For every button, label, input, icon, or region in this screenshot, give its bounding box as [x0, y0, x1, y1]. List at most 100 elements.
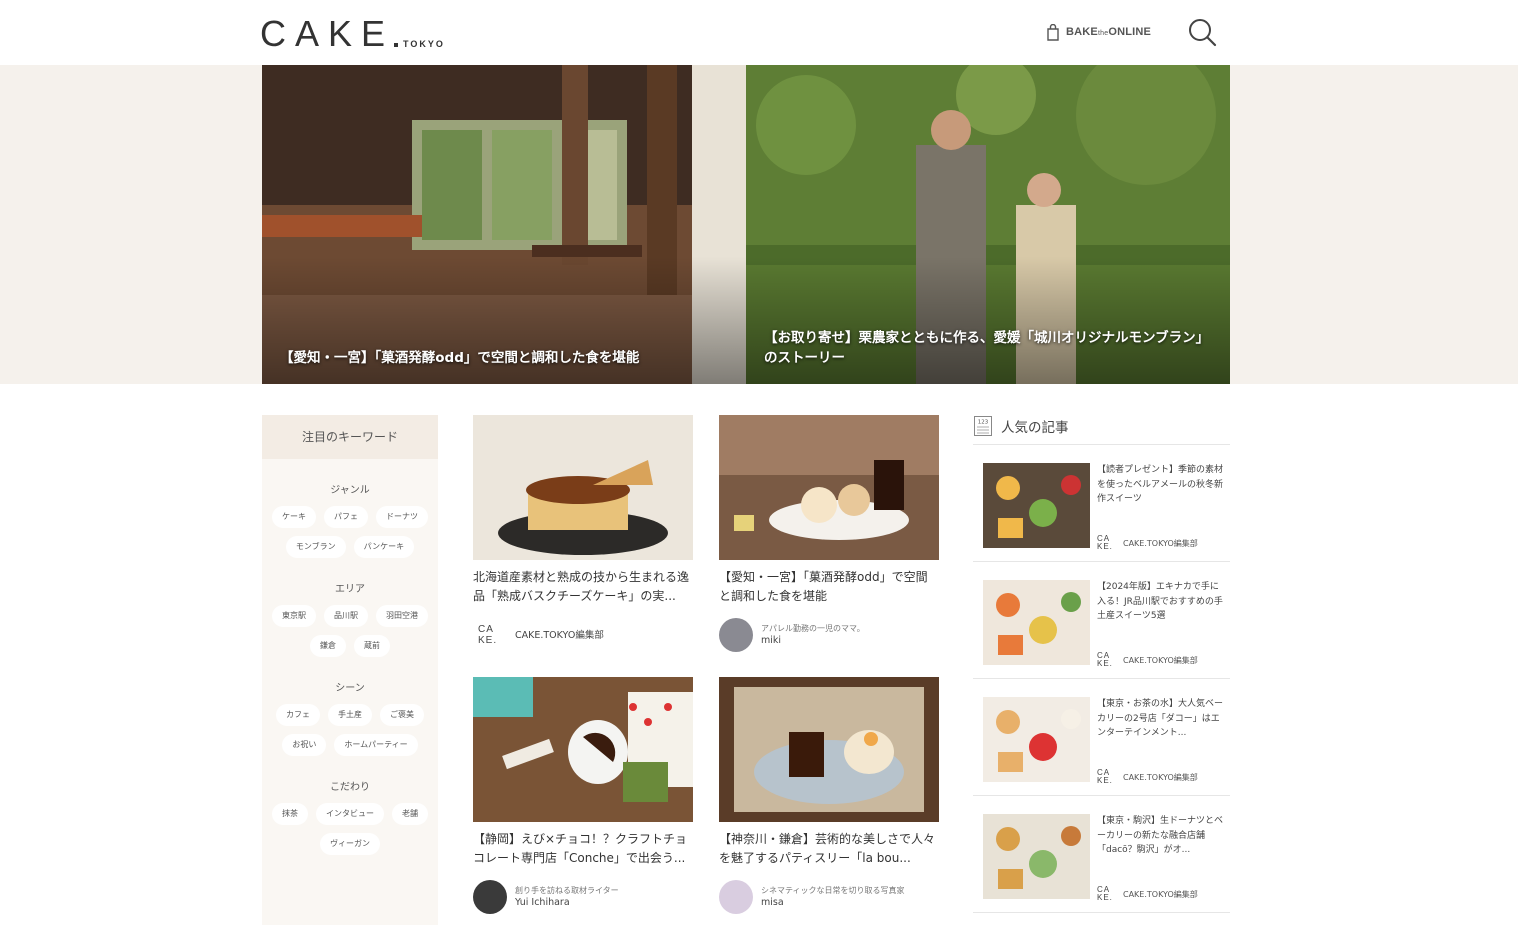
keyword-tag[interactable]: 鎌倉	[310, 635, 346, 657]
ranking-icon-label: 123	[978, 420, 989, 426]
logo-sub-text: TOKYO	[403, 39, 445, 49]
article-card-4[interactable]: 【神奈川・鎌倉】芸術的な美しさで人々を魅了するパティスリー「la bou... …	[719, 677, 939, 914]
hero-slide-2[interactable]: 【お取り寄せ】栗農家とともに作る、愛媛「城川オリジナルモンブラン」のストーリー	[746, 65, 1230, 384]
hero-image-1	[262, 65, 746, 384]
keyword-tag[interactable]: パンケーキ	[353, 536, 415, 558]
bake-online-link[interactable]: BAKEtheONLINE	[1046, 22, 1151, 42]
logo-line-2: KE.	[1097, 542, 1113, 551]
article-card-3[interactable]: 【静岡】えび×チョコ！？クラフトチョコレート専門店「Conche」で出会う...…	[473, 677, 693, 914]
popular-thumb	[983, 697, 1090, 782]
article-card-2[interactable]: 【愛知・一宮】「菓酒発酵odd」で空間と調和した食を堪能 アパレル勤務の一児のマ…	[719, 415, 939, 652]
keyword-tag[interactable]: インタビュー	[316, 803, 384, 825]
keyword-tags: カフェ 手土産 ご褒美お祝い ホームパーティー	[262, 704, 438, 756]
bake-online-label: BAKEtheONLINE	[1066, 26, 1151, 38]
keyword-group: エリア東京駅 品川駅 羽田空港鎌倉 蔵前	[262, 580, 438, 657]
keyword-tag[interactable]: ドーナツ	[376, 506, 428, 528]
keyword-group: ジャンルケーキ パフェ ドーナツモンブラン パンケーキ	[262, 481, 438, 558]
keyword-tag[interactable]: 抹茶	[272, 803, 308, 825]
author-name: misa	[761, 897, 784, 908]
author-name: CAKE.TOKYO編集部	[1123, 655, 1198, 665]
popular-item-title: 【読者プレゼント】季節の素材を使ったベルアメールの秋冬新作スイーツ	[1097, 465, 1223, 504]
popular-item[interactable]: 【読者プレゼント】季節の素材を使ったベルアメールの秋冬新作スイーツ CA KE. CA…	[973, 445, 1230, 562]
logo-line-2: KE.	[1097, 776, 1113, 785]
logo-line-1: CA	[478, 624, 494, 635]
author-name: CAKE.TOKYO編集部	[1123, 889, 1198, 899]
logo-main-text: CAKE	[260, 13, 395, 54]
keyword-tag[interactable]: お祝い	[282, 734, 327, 756]
author-name: CAKE.TOKYO編集部	[1123, 538, 1198, 548]
article-title-1: 北海道産素材と熟成の技から生まれる逸品「熟成バスクチーズケーキ」の実...	[473, 570, 690, 603]
author-name: miki	[761, 635, 782, 646]
keyword-sidebar: 注目のキーワード ジャンルケーキ パフェ ドーナツモンブラン パンケーキエリア東京駅品…	[262, 415, 438, 925]
keyword-tag[interactable]: 蔵前	[354, 635, 390, 657]
popular-item-author: CA KE. CAKE.TOKYO編集部	[1097, 769, 1198, 785]
popular-item-title: 【東京・駒沢】生ドーナツとベーカリーの新たな融合店舗「dacō？駒沢」がオ...	[1097, 816, 1223, 855]
popular-item[interactable]: 【東京・駒沢】生ドーナツとベーカリーの新たな融合店舗「dacō？駒沢」がオ...…	[973, 796, 1230, 913]
logo-line-2: KE.	[1097, 893, 1113, 902]
keyword-groups: ジャンルケーキ パフェ ドーナツモンブラン パンケーキエリア東京駅 品川駅 羽田空港鎌倉蔵…	[262, 481, 438, 855]
keyword-group-title: エリア	[335, 584, 365, 595]
article-title-4: 【神奈川・鎌倉】芸術的な美しさで人々を魅了するパティスリー「la bou...	[719, 832, 936, 865]
hero-slide-1[interactable]: 【愛知・一宮】「菓酒発酵odd」で空間と調和した食を堪能	[262, 65, 746, 384]
logo-line-2: KE.	[1097, 659, 1113, 668]
article-title-2: 【愛知・一宮】「菓酒発酵odd」で空間と調和した食を堪能	[719, 570, 928, 603]
keyword-tag[interactable]: 羽田空港	[376, 605, 428, 627]
cake-mini-logo: CA KE.	[1097, 535, 1115, 551]
keyword-tag[interactable]: 品川駅	[324, 605, 368, 627]
keyword-group: シーンカフェ 手土産 ご褒美お祝い ホームパーティー	[262, 679, 438, 756]
popular-item[interactable]: 【2024年版】エキナカで手に入る！JR品川駅でおすすめの手土産スイーツ5選 CA…	[973, 562, 1230, 679]
article-card-1[interactable]: 北海道産素材と熟成の技から生まれる逸品「熟成バスクチーズケーキ」の実... CA…	[473, 415, 693, 652]
keyword-tag[interactable]: モンブラン	[285, 536, 346, 558]
author-avatar	[473, 880, 507, 914]
keyword-tags: 抹茶 インタビュー 老舗 ヴィーガン	[262, 803, 438, 855]
author-name: CAKE.TOKYO編集部	[515, 629, 604, 641]
keyword-tag[interactable]: ケーキ	[272, 506, 316, 528]
popular-item-author: CA KE. CAKE.TOKYO編集部	[1097, 886, 1198, 902]
logo-dot	[394, 43, 399, 47]
site-logo[interactable]: CAKE TOKYO	[260, 12, 445, 52]
bake-brand: BAKE	[1066, 26, 1098, 38]
article-author-2: アパレル勤務の一児のママ。 miki	[719, 618, 939, 652]
author-name: Yui Ichihara	[515, 897, 570, 908]
keyword-tag[interactable]: カフェ	[276, 704, 320, 726]
ranking-icon: 123	[974, 416, 992, 436]
keyword-tag[interactable]: 老舗	[392, 803, 428, 825]
article-thumb-2	[719, 415, 939, 560]
popular-item-title: 【2024年版】エキナカで手に入る！JR品川駅でおすすめの手土産スイーツ5選	[1097, 582, 1223, 621]
hero-title-1: 【愛知・一宮】「菓酒発酵odd」で空間と調和した食を堪能	[280, 350, 640, 366]
popular-item-author: CA KE. CAKE.TOKYO編集部	[1097, 535, 1198, 551]
popular-title: 人気の記事	[1001, 420, 1069, 436]
sidebar-heading: 注目のキーワード	[262, 415, 438, 459]
keyword-tag[interactable]: ホームパーティー	[334, 734, 418, 756]
keyword-group-title: シーン	[335, 683, 365, 694]
bake-online: ONLINE	[1108, 26, 1152, 38]
search-icon[interactable]	[1187, 17, 1217, 47]
popular-list: 【読者プレゼント】季節の素材を使ったベルアメールの秋冬新作スイーツ CA KE. CA…	[973, 445, 1230, 913]
popular-item[interactable]: 【東京・お茶の水】大人気ベーカリーの2号店「ダコー」はエンターテインメント...…	[973, 679, 1230, 796]
popular-item-author: CA KE. CAKE.TOKYO編集部	[1097, 652, 1198, 668]
cake-mini-logo: CA KE.	[1097, 886, 1115, 902]
article-author-4: シネマティックな日常を切り取る写真家 misa	[719, 880, 939, 914]
popular-thumb	[983, 580, 1090, 665]
article-author-3: 創り手を訪ねる取材ライター Yui Ichihara	[473, 880, 693, 914]
shopping-bag-icon	[1047, 23, 1059, 41]
hero-title-2: 【お取り寄せ】栗農家とともに作る、愛媛「城川オリジナルモンブラン」のストーリー	[764, 330, 1210, 366]
keyword-group-title: こだわり	[330, 782, 370, 793]
site-header: CAKE TOKYO BAKEtheONLINE	[0, 0, 1518, 65]
keyword-group-title: ジャンル	[330, 485, 370, 496]
author-role: アパレル勤務の一児のママ。	[761, 624, 865, 633]
author-avatar	[719, 618, 753, 652]
keyword-tag[interactable]: ヴィーガン	[320, 833, 380, 855]
keyword-tag[interactable]: 手土産	[328, 704, 372, 726]
article-thumb-4	[719, 677, 939, 822]
keyword-tag[interactable]: ご褒美	[380, 704, 424, 726]
cake-logo-avatar: CA KE.	[473, 618, 507, 652]
keyword-tag[interactable]: 東京駅	[272, 605, 316, 627]
popular-articles: 123 人気の記事 【読者プレゼント】季節の素材を使ったベルアメールの秋冬新作ス…	[973, 408, 1230, 913]
keyword-tag[interactable]: パフェ	[324, 506, 368, 528]
author-name: CAKE.TOKYO編集部	[1123, 772, 1198, 782]
article-author-1: CA KE. CAKE.TOKYO編集部	[473, 618, 693, 652]
keyword-tags: 東京駅 品川駅 羽田空港鎌倉 蔵前	[262, 605, 438, 657]
bake-the: the	[1097, 30, 1109, 37]
article-thumb-3	[473, 677, 693, 822]
